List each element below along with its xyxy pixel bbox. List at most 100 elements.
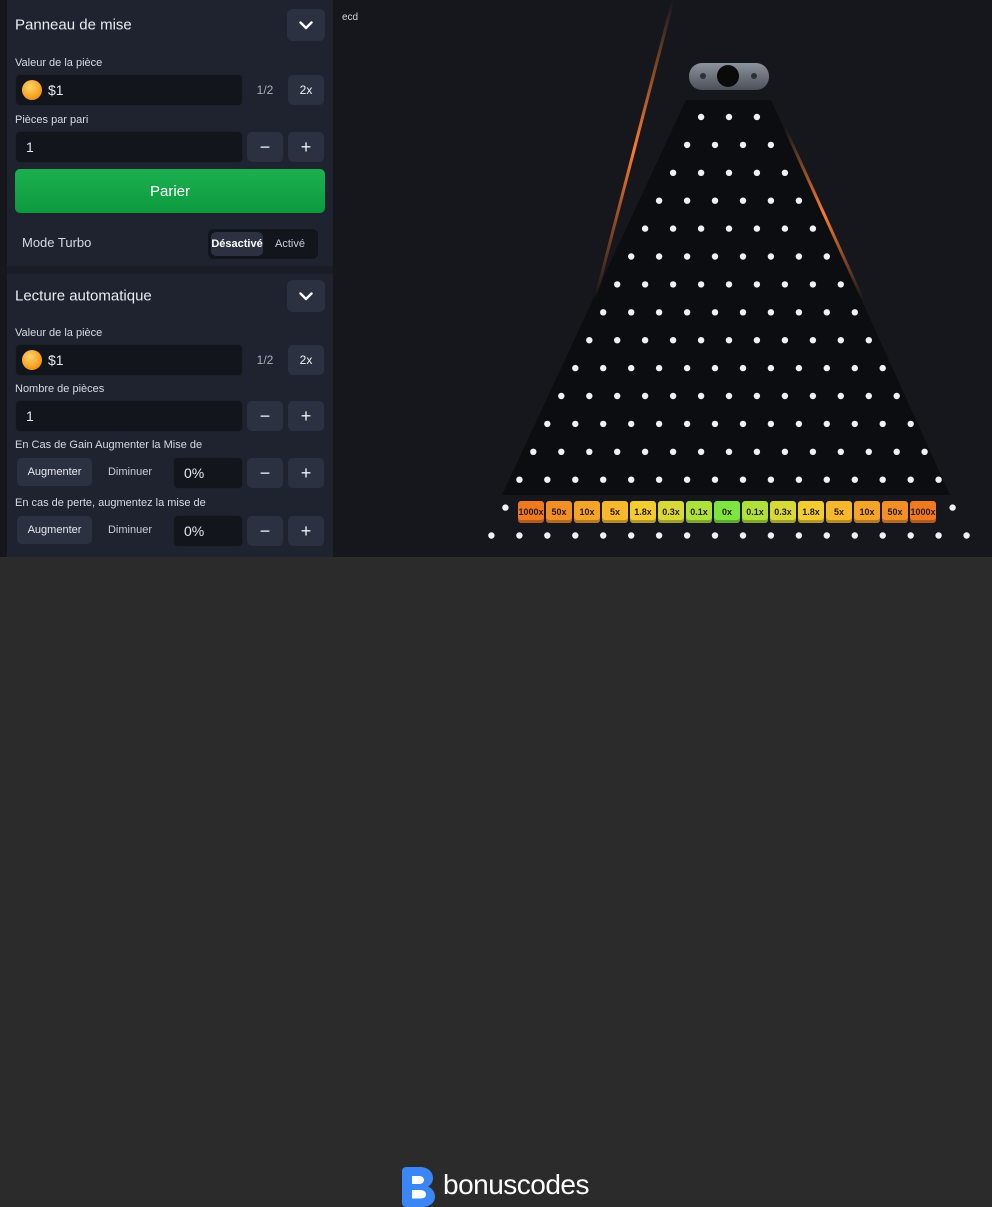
peg — [669, 225, 677, 232]
multiplier-slot: 50x — [882, 501, 908, 523]
peg — [697, 225, 705, 232]
peg — [795, 420, 803, 428]
on-win-decrease-percent-button[interactable]: − — [247, 458, 283, 488]
auto-double-button[interactable]: 2x — [288, 345, 324, 375]
on-win-increase-percent-button[interactable]: + — [288, 458, 324, 488]
peg — [935, 476, 942, 483]
peg — [767, 364, 775, 372]
on-loss-percent-field[interactable]: 0% — [173, 515, 243, 547]
on-loss-increase-percent-button[interactable]: + — [288, 516, 324, 546]
peg — [809, 392, 817, 400]
decrease-coins-button[interactable]: − — [247, 132, 283, 162]
increase-coins-button[interactable]: + — [288, 132, 324, 162]
coin-count-value: 1 — [26, 408, 34, 424]
peg — [795, 364, 803, 372]
peg — [655, 253, 663, 260]
increase-coin-count-button[interactable]: + — [288, 401, 324, 431]
peg — [739, 197, 747, 204]
coins-per-bet-label: Pièces par pari — [15, 114, 89, 126]
peg — [697, 448, 705, 455]
peg — [739, 364, 747, 372]
coin-value: $1 — [48, 82, 64, 98]
bet-panel: Panneau de mise Valeur de la pièce $1 1/… — [7, 0, 333, 266]
peg — [711, 253, 719, 260]
peg — [921, 448, 928, 455]
peg — [739, 532, 747, 539]
peg — [641, 392, 649, 400]
peg — [767, 420, 775, 428]
peg — [935, 532, 942, 539]
peg — [586, 392, 593, 400]
peg — [488, 532, 495, 539]
multiplier-slot: 50x — [546, 501, 572, 523]
peg — [697, 169, 705, 176]
double-bet-button[interactable]: 2x — [288, 75, 324, 105]
peg — [641, 225, 649, 232]
peg — [907, 476, 914, 483]
peg — [655, 420, 663, 428]
peg — [753, 169, 761, 176]
on-win-decrease-button[interactable]: Diminuer — [97, 458, 163, 486]
peg — [795, 197, 803, 204]
peg — [655, 197, 663, 204]
peg — [753, 225, 761, 232]
peg — [683, 197, 691, 204]
peg — [572, 532, 579, 539]
peg — [851, 532, 858, 539]
peg — [795, 476, 803, 483]
coin-count-label: Nombre de pièces — [15, 383, 105, 395]
peg — [837, 448, 844, 455]
peg — [697, 281, 705, 288]
collapse-autoplay-button[interactable] — [287, 280, 325, 312]
peg — [683, 141, 691, 149]
peg — [600, 532, 607, 539]
decrease-coin-count-button[interactable]: − — [247, 401, 283, 431]
on-loss-increase-button[interactable]: Augmenter — [17, 516, 92, 544]
collapse-bet-panel-button[interactable] — [287, 9, 325, 41]
peg — [739, 141, 747, 149]
on-win-percent-field[interactable]: 0% — [173, 457, 243, 489]
multiplier-slot: 0x — [714, 501, 740, 523]
half-bet-button[interactable]: 1/2 — [247, 75, 283, 105]
on-loss-decrease-percent-button[interactable]: − — [247, 516, 283, 546]
on-loss-decrease-button[interactable]: Diminuer — [97, 516, 163, 544]
peg — [628, 420, 635, 428]
peg — [753, 281, 761, 288]
peg — [823, 532, 830, 539]
auto-coin-value-field[interactable]: $1 — [15, 344, 243, 376]
autoplay-header[interactable]: Lecture automatique — [7, 274, 333, 318]
peg — [893, 392, 900, 400]
peg — [795, 309, 803, 316]
peg — [781, 169, 789, 176]
on-loss-percent-value: 0% — [184, 523, 205, 539]
auto-coin-value: $1 — [48, 352, 64, 368]
peg — [949, 504, 956, 511]
multiplier-slot: 1.8x — [798, 501, 824, 523]
turbo-on-option[interactable]: Activé — [265, 232, 315, 256]
peg — [851, 309, 858, 316]
peg — [628, 253, 635, 260]
peg — [725, 225, 733, 232]
peg — [683, 476, 691, 483]
turbo-off-option[interactable]: Désactivé — [211, 232, 263, 256]
peg — [586, 337, 593, 344]
peg — [558, 392, 565, 400]
peg — [711, 309, 719, 316]
bet-button[interactable]: Parier — [15, 169, 325, 213]
peg — [669, 169, 677, 176]
peg — [683, 420, 691, 428]
peg — [530, 448, 537, 455]
auto-half-button[interactable]: 1/2 — [247, 345, 283, 375]
peg — [739, 476, 747, 483]
on-win-increase-button[interactable]: Augmenter — [17, 458, 92, 486]
coins-per-bet-field[interactable]: 1 — [15, 131, 243, 163]
peg — [586, 448, 593, 455]
turbo-toggle[interactable]: Désactivé Activé — [208, 229, 318, 259]
bet-panel-header[interactable]: Panneau de mise — [7, 3, 333, 47]
coin-count-field[interactable]: 1 — [15, 400, 243, 432]
peg — [725, 169, 733, 176]
peg — [823, 364, 830, 372]
peg — [697, 113, 705, 121]
coin-value-field[interactable]: $1 — [15, 74, 243, 106]
on-win-percent-value: 0% — [184, 465, 205, 481]
